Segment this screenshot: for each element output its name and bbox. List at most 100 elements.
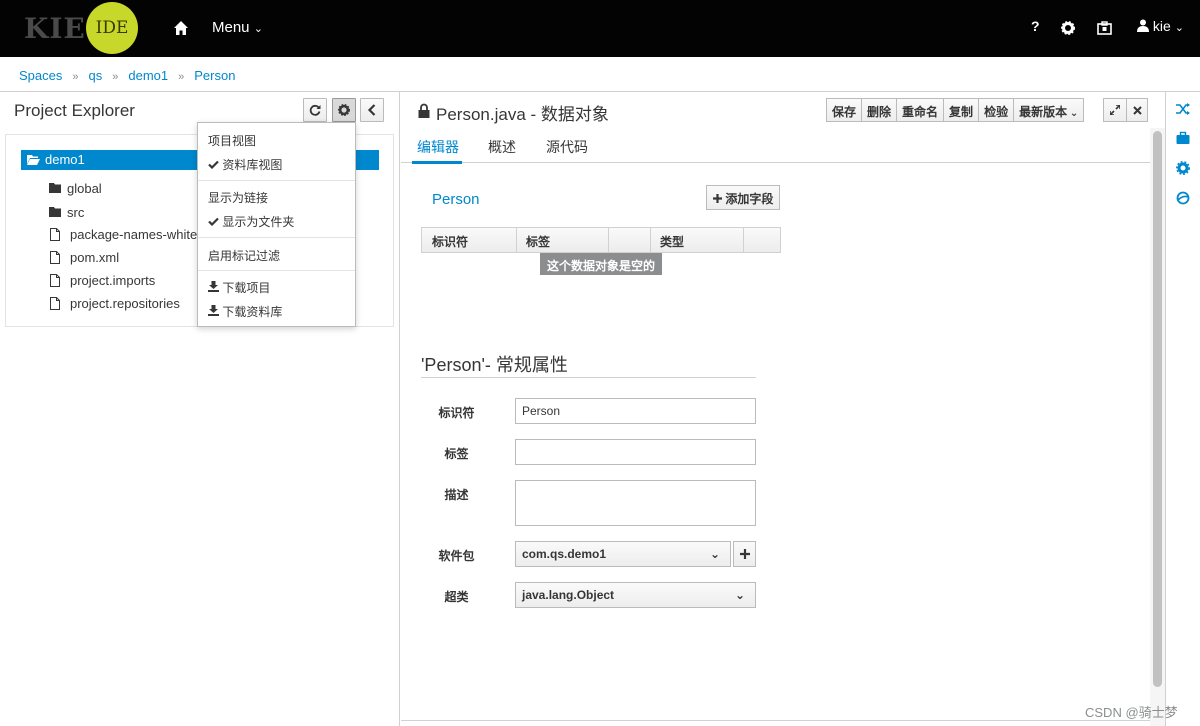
menu-item-label: 显示为文件夹 — [222, 215, 295, 229]
tree-item-file[interactable]: pom.xml — [50, 250, 119, 265]
menu-item-show-as-folders[interactable]: 显示为文件夹 — [208, 213, 294, 230]
tree-item-label: project.repositories — [70, 296, 180, 311]
menu-item-download-repository[interactable]: 下载资料库 — [208, 303, 282, 320]
rename-button[interactable]: 重命名 — [896, 98, 945, 122]
close-button[interactable] — [1126, 98, 1148, 122]
main-menu-button[interactable]: Menu ⌄ — [212, 19, 263, 36]
breadcrumb-demo1[interactable]: demo1 — [128, 68, 168, 83]
divider — [421, 377, 756, 378]
plus-icon — [713, 194, 722, 203]
collapse-panel-button[interactable] — [360, 98, 384, 122]
add-field-button[interactable]: 添加字段 — [706, 185, 781, 210]
package-value: com.qs.demo1 — [522, 547, 607, 561]
tree-item-label: package-names-white- — [70, 227, 202, 242]
save-button[interactable]: 保存 — [826, 98, 863, 122]
check-icon — [208, 160, 219, 170]
package-select[interactable]: com.qs.demo1 ⌄ — [515, 541, 731, 567]
folder-icon — [49, 183, 61, 193]
superclass-value: java.lang.Object — [522, 588, 615, 602]
copy-button[interactable]: 复制 — [943, 98, 980, 122]
menu-divider — [198, 237, 355, 238]
briefcase-icon[interactable] — [1176, 131, 1190, 145]
user-menu-button[interactable]: kie ⌄ — [1137, 18, 1184, 34]
editor-tabs: 编辑器 概述 源代码 — [401, 128, 1150, 163]
column-header-label[interactable]: 标签 — [526, 233, 550, 250]
main-menu-label: Menu — [212, 19, 250, 36]
tree-item-src[interactable]: src — [49, 205, 84, 220]
identifier-label: 标识符 — [438, 406, 475, 420]
logo-ide: IDE — [86, 2, 138, 54]
tab-source[interactable]: 源代码 — [546, 137, 588, 157]
maximize-button[interactable] — [1103, 98, 1127, 122]
latest-version-label: 最新版本 — [1019, 105, 1068, 119]
gear-icon[interactable] — [1061, 21, 1075, 35]
plus-icon — [739, 549, 750, 559]
breadcrumb-separator-icon: » — [72, 71, 79, 83]
menu-item-project-view[interactable]: 项目视图 — [208, 132, 256, 149]
right-rail — [1165, 92, 1200, 726]
column-divider — [516, 228, 517, 252]
tree-item-label: global — [67, 181, 102, 196]
menu-item-label: 资料库视图 — [222, 158, 283, 172]
column-divider — [743, 228, 744, 252]
column-header-identifier[interactable]: 标识符 — [432, 233, 468, 250]
tree-item-global[interactable]: global — [49, 181, 102, 196]
logo-kie: KIE — [24, 12, 86, 45]
tree-item-label: project.imports — [70, 273, 156, 288]
breadcrumb: Spaces » qs » demo1 » Person — [0, 57, 1200, 92]
tree-item-label: demo1 — [45, 152, 85, 167]
gear-icon[interactable] — [1176, 161, 1190, 175]
menu-divider — [198, 270, 355, 271]
user-icon — [1137, 19, 1149, 32]
top-navbar: KIE IDE Menu ⌄ ? kie ⌄ — [0, 0, 1200, 57]
general-properties-heading: 'Person'- 常规属性 — [421, 355, 568, 375]
shuffle-icon[interactable] — [1176, 102, 1190, 116]
delete-button[interactable]: 删除 — [861, 98, 898, 122]
description-textarea[interactable] — [515, 480, 756, 526]
file-icon — [50, 297, 60, 310]
superclass-select[interactable]: java.lang.Object ⌄ — [515, 582, 756, 608]
divider — [401, 720, 1150, 721]
tree-item-file[interactable]: project.imports — [50, 273, 155, 288]
menu-item-show-as-links[interactable]: 显示为链接 — [208, 189, 268, 206]
help-icon[interactable]: ? — [1031, 18, 1040, 34]
lock-icon — [418, 103, 430, 118]
tree-item-file[interactable]: project.repositories — [50, 296, 180, 311]
refresh-button[interactable] — [303, 98, 327, 122]
fields-table-header: 标识符 标签 类型 — [421, 227, 781, 253]
tab-editor[interactable]: 编辑器 — [417, 137, 459, 157]
identifier-input[interactable] — [515, 398, 756, 424]
sync-globe-icon[interactable] — [1176, 191, 1190, 205]
add-package-button[interactable] — [733, 541, 756, 567]
data-object-name: Person — [432, 191, 480, 208]
settings-button[interactable] — [332, 98, 356, 122]
folder-open-icon — [27, 155, 40, 165]
validate-button[interactable]: 检验 — [978, 98, 1015, 122]
breadcrumb-spaces[interactable]: Spaces — [19, 68, 62, 83]
label-input[interactable] — [515, 439, 756, 465]
breadcrumb-person[interactable]: Person — [194, 68, 235, 83]
tab-overview[interactable]: 概述 — [488, 137, 516, 157]
menu-item-enable-tag-filter[interactable]: 启用标记过滤 — [208, 247, 280, 264]
file-icon — [50, 274, 60, 287]
breadcrumb-separator-icon: » — [178, 71, 185, 83]
menu-item-repository-view[interactable]: 资料库视图 — [208, 156, 282, 173]
latest-version-dropdown[interactable]: 最新版本 ⌄ — [1013, 98, 1085, 122]
chevron-down-icon: ⌄ — [1067, 108, 1079, 119]
folder-icon — [49, 207, 61, 217]
chevron-down-icon: ⌄ — [734, 588, 745, 602]
column-header-type[interactable]: 类型 — [660, 233, 684, 250]
home-icon[interactable] — [173, 20, 189, 36]
editor-scrollbar-thumb[interactable] — [1153, 131, 1162, 687]
label-label: 标签 — [444, 447, 469, 461]
add-field-label: 添加字段 — [725, 192, 774, 206]
description-label: 描述 — [444, 488, 469, 502]
empty-table-message: 这个数据对象是空的 — [540, 253, 662, 275]
package-label: 软件包 — [438, 549, 475, 563]
tree-item-file[interactable]: package-names-white- — [50, 227, 202, 242]
toolbox-icon[interactable] — [1097, 21, 1112, 35]
breadcrumb-qs[interactable]: qs — [89, 68, 103, 83]
download-icon — [208, 305, 219, 316]
chevron-left-icon — [367, 104, 376, 116]
menu-item-download-project[interactable]: 下载项目 — [208, 279, 270, 296]
